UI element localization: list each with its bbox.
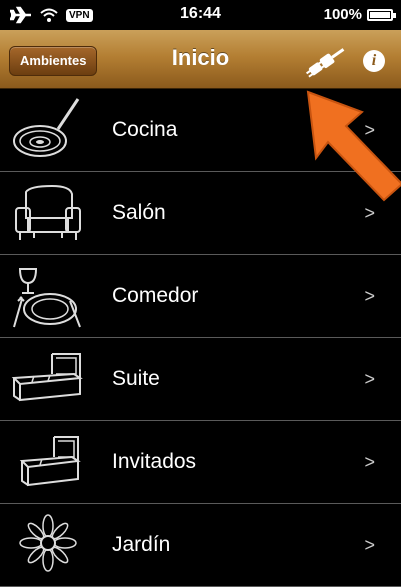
chevron-right-icon: >	[364, 286, 375, 306]
battery-percent: 100%	[323, 6, 362, 23]
flower-icon	[19, 514, 77, 572]
row-label: Salón	[112, 201, 166, 224]
chevron-right-icon: >	[364, 535, 375, 555]
status-right: 100%	[323, 6, 396, 23]
list-item-invitados[interactable]: Invitados >	[0, 421, 401, 504]
dinner-plate-icon	[13, 268, 81, 328]
navigation-bar: Ambientes Inicio i	[0, 30, 401, 89]
status-bar: VPN 16:44 100%	[0, 0, 401, 30]
frying-pan-icon	[13, 98, 80, 157]
row-label: Jardín	[112, 533, 171, 556]
orange-arrow-annotation	[306, 90, 401, 202]
row-label: Comedor	[112, 284, 199, 307]
row-label: Invitados	[112, 450, 197, 473]
armchair-icon	[15, 184, 81, 240]
row-label: Suite	[112, 367, 160, 390]
list-item-jardin[interactable]: Jardín >	[0, 504, 401, 587]
plug-icon[interactable]	[303, 44, 349, 78]
chevron-right-icon: >	[364, 369, 375, 389]
row-label: Cocina	[112, 118, 178, 141]
chevron-right-icon: >	[364, 452, 375, 472]
bed-icon	[11, 353, 83, 402]
battery-icon	[367, 8, 396, 21]
list-item-comedor[interactable]: Comedor >	[0, 255, 401, 338]
list-item-suite[interactable]: Suite >	[0, 338, 401, 421]
info-button[interactable]: i	[363, 50, 385, 72]
bed-icon	[19, 436, 81, 487]
